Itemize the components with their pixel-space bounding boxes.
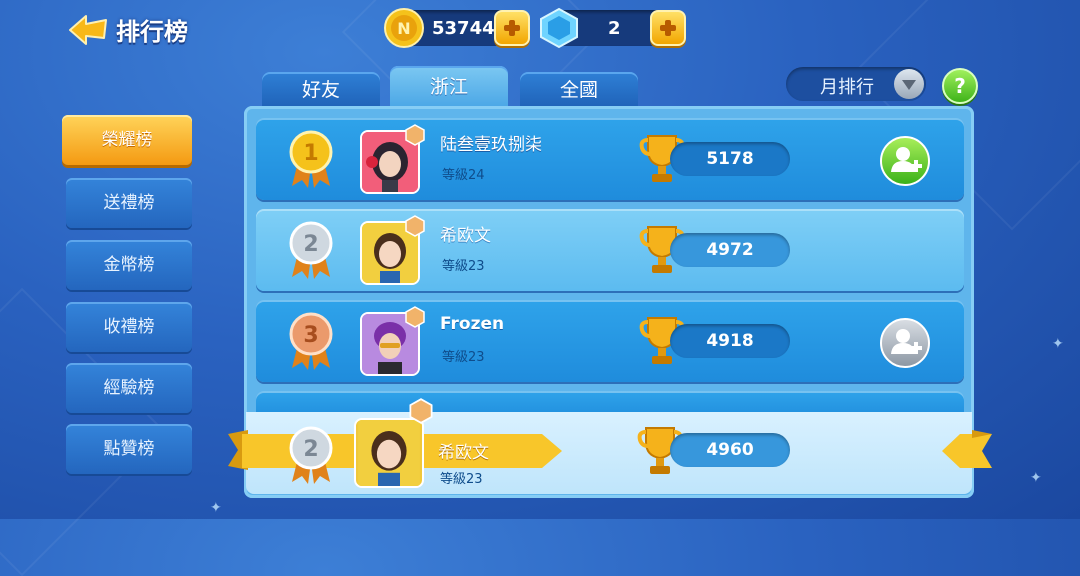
player-level: 等級23 — [442, 259, 485, 274]
gem-icon — [540, 7, 578, 49]
coin-icon: N — [384, 8, 424, 48]
add-friend-icon — [891, 329, 922, 354]
back-button[interactable] — [66, 12, 110, 46]
chevron-down-icon — [894, 69, 924, 99]
badge-icon — [409, 398, 433, 424]
sidebar-item-gifts-received[interactable]: 收禮榜 — [66, 302, 192, 352]
rank-number: 3 — [303, 323, 318, 348]
add-friend-button[interactable] — [880, 136, 930, 186]
score: 4972 — [670, 233, 790, 267]
sidebar-item-honor[interactable]: 榮耀榜 — [62, 115, 192, 165]
add-gems-button[interactable] — [650, 10, 686, 46]
sparkle-icon: ✦ — [1052, 336, 1064, 352]
player-name: 陆叁壹玖捌柒 — [440, 135, 542, 155]
back-arrow-icon — [69, 15, 107, 45]
table-row[interactable]: 2 希欧文 等級23 4972 — [256, 209, 964, 291]
tab-friends[interactable]: 好友 — [262, 72, 380, 108]
player-name: 希欧文 — [440, 226, 491, 246]
sidebar-item-experience[interactable]: 經驗榜 — [66, 363, 192, 413]
help-button[interactable]: ? — [942, 68, 978, 104]
self-avatar[interactable] — [354, 418, 424, 488]
player-level: 等級24 — [442, 168, 485, 183]
badge-icon — [405, 124, 425, 146]
page-title: 排行榜 — [116, 18, 188, 46]
player-name: Frozen — [440, 314, 505, 334]
table-row[interactable]: 1 陆叁壹玖捌柒 等級24 5178 — [256, 118, 964, 200]
tab-zhejiang[interactable]: 浙江 — [390, 66, 508, 108]
silver-medal-icon: 2 — [289, 426, 333, 484]
player-avatar-icon — [358, 420, 420, 486]
add-friend-icon — [891, 147, 922, 172]
add-friend-button[interactable] — [880, 318, 930, 368]
self-name: 希欧文 — [438, 443, 489, 463]
silver-medal-icon: 2 — [289, 221, 333, 279]
add-coins-button[interactable] — [494, 10, 530, 46]
score: 4918 — [670, 324, 790, 358]
gem-amount: 2 — [608, 18, 621, 39]
sparkle-icon: ✦ — [1030, 470, 1042, 486]
self-score: 4960 — [670, 433, 790, 467]
rank-number: 2 — [303, 437, 318, 462]
bronze-medal-icon: 3 — [289, 312, 333, 370]
self-level: 等級23 — [440, 472, 483, 487]
tab-national[interactable]: 全國 — [520, 72, 638, 108]
table-row[interactable]: 3 Frozen 等級23 4918 — [256, 300, 964, 382]
period-dropdown[interactable]: 月排行 — [786, 67, 926, 101]
sparkle-icon: ✦ — [210, 500, 222, 516]
gold-medal-icon: 1 — [289, 130, 333, 188]
score: 5178 — [670, 142, 790, 176]
sidebar-item-likes[interactable]: 點贊榜 — [66, 424, 192, 474]
rank-number: 2 — [303, 232, 318, 257]
rank-number: 1 — [303, 141, 318, 166]
ribbon-right-icon — [942, 430, 992, 468]
sidebar-item-gifts-sent[interactable]: 送禮榜 — [66, 178, 192, 228]
sidebar-item-coins[interactable]: 金幣榜 — [66, 240, 192, 290]
coin-amount: 53744 — [432, 18, 495, 39]
badge-icon — [405, 306, 425, 328]
player-level: 等級23 — [442, 350, 485, 365]
badge-icon — [405, 215, 425, 237]
svg-text:N: N — [397, 19, 410, 38]
period-label: 月排行 — [820, 77, 874, 98]
